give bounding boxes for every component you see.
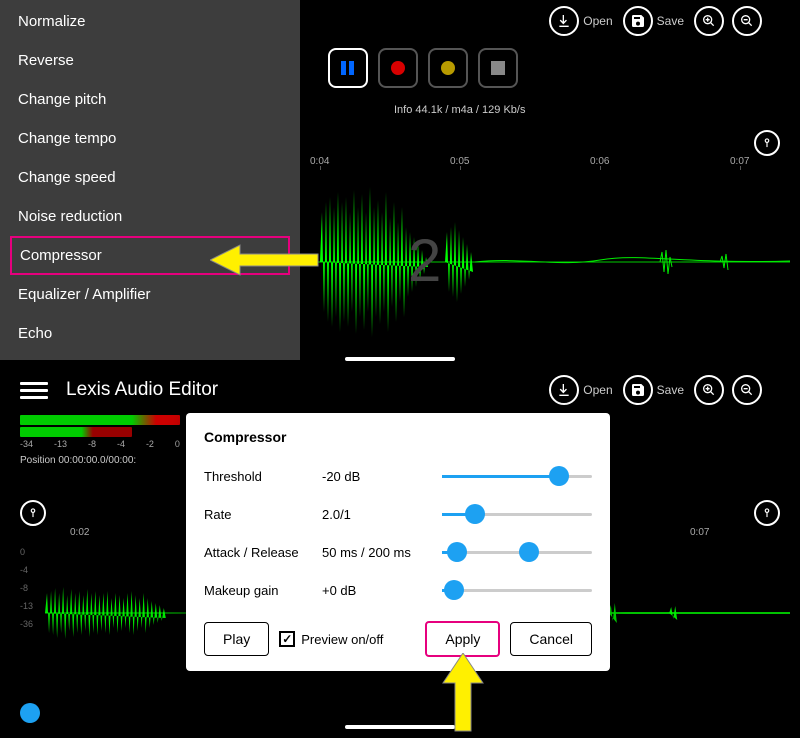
meter-bar-left [20,415,180,425]
db-tick: -4 [20,561,33,579]
background-number: 2 [408,226,441,295]
menu-item-change-tempo[interactable]: Change tempo [0,119,300,158]
time-mark: 0:07 [690,527,709,538]
menu-icon[interactable] [20,378,48,403]
menu-item-echo[interactable]: Echo [0,314,300,353]
makeup-value: +0 dB [322,583,432,598]
attack-label: Attack / Release [204,545,322,560]
preview-toggle[interactable]: ✓ Preview on/off [279,631,383,647]
keyframe-icon[interactable] [754,130,780,156]
save-button-2[interactable] [623,375,653,405]
annotation-arrow-bottom [438,653,488,738]
makeup-label: Makeup gain [204,583,322,598]
checkbox-icon: ✓ [279,631,295,647]
bottom-header: Lexis Audio Editor Open Save [0,375,800,405]
row-threshold: Threshold -20 dB [204,457,592,495]
save-label-2: Save [657,383,684,397]
meter-tick: -8 [88,439,96,449]
meter-tick: -2 [146,439,154,449]
rate-value: 2.0/1 [322,507,432,522]
open-button[interactable] [549,6,579,36]
makeup-slider[interactable] [432,589,592,592]
threshold-label: Threshold [204,469,322,484]
file-info: Info 44.1k / m4a / 129 Kb/s [394,104,525,116]
row-makeup: Makeup gain +0 dB [204,571,592,609]
screenshot-bottom: Lexis Audio Editor Open Save -34-13-8-4-… [0,365,800,731]
preview-label: Preview on/off [301,632,383,647]
db-tick: -8 [20,579,33,597]
row-attack-release: Attack / Release 50 ms / 200 ms [204,533,592,571]
open-label: Open [583,14,612,28]
dialog-title: Compressor [204,429,592,445]
db-tick: 0 [20,543,33,561]
home-indicator-top [345,357,455,361]
menu-item-change-speed[interactable]: Change speed [0,158,300,197]
timeline-top: 0:040:050:060:07 [300,156,790,170]
keyframe-icon-left[interactable] [20,500,46,526]
db-tick: -13 [20,597,33,615]
transport-controls [328,48,518,88]
threshold-value: -20 dB [322,469,432,484]
meter-bar-right [20,427,132,437]
annotation-arrow-top [210,240,320,285]
apply-button[interactable]: Apply [425,621,500,657]
zoom-in-button[interactable] [694,6,724,36]
menu-item-noise-reduction[interactable]: Noise reduction [0,197,300,236]
row-rate: Rate 2.0/1 [204,495,592,533]
rate-slider[interactable] [432,513,592,516]
db-tick: -36 [20,615,33,633]
position-readout: Position 00:00:00.0/00:00: [20,455,180,466]
marker-button[interactable] [428,48,468,88]
waveform-top[interactable]: 2 [300,172,790,352]
meter-scale: -34 -13 -8 -4 -2 0 [20,439,180,449]
playhead[interactable] [20,703,40,723]
meter-tick: 0 [175,439,180,449]
stop-button[interactable] [478,48,518,88]
pause-button[interactable] [328,48,368,88]
screenshot-top: NormalizeReverseChange pitchChange tempo… [0,0,800,365]
open-label-2: Open [583,383,612,397]
play-button[interactable]: Play [204,622,269,656]
attack-release-slider[interactable] [432,551,592,554]
zoom-out-button[interactable] [732,6,762,36]
keyframe-icon-right[interactable] [754,500,780,526]
app-title: Lexis Audio Editor [66,379,549,401]
meter-tick: -4 [117,439,125,449]
threshold-slider[interactable] [432,475,592,478]
cancel-button[interactable]: Cancel [510,622,592,656]
compressor-dialog: Compressor Threshold -20 dB Rate 2.0/1 A… [186,413,610,671]
time-mark: 0:02 [70,527,89,538]
attack-value: 50 ms / 200 ms [322,545,432,560]
effects-menu: NormalizeReverseChange pitchChange tempo… [0,0,300,360]
level-meter: -34 -13 -8 -4 -2 0 Position 00:00:00.0/00:00: [20,415,180,466]
meter-tick: -13 [54,439,67,449]
zoom-out-button-2[interactable] [732,375,762,405]
rate-label: Rate [204,507,322,522]
meter-tick: -34 [20,439,33,449]
top-toolbar: Open Save [549,6,762,36]
save-label: Save [657,14,684,28]
menu-item-reverse[interactable]: Reverse [0,41,300,80]
db-scale: 0-4-8-13-36 [20,543,33,633]
record-button[interactable] [378,48,418,88]
save-button[interactable] [623,6,653,36]
dialog-actions: Play ✓ Preview on/off Apply Cancel [204,621,592,657]
open-button-2[interactable] [549,375,579,405]
menu-item-normalize[interactable]: Normalize [0,2,300,41]
menu-item-change-pitch[interactable]: Change pitch [0,80,300,119]
zoom-in-button-2[interactable] [694,375,724,405]
